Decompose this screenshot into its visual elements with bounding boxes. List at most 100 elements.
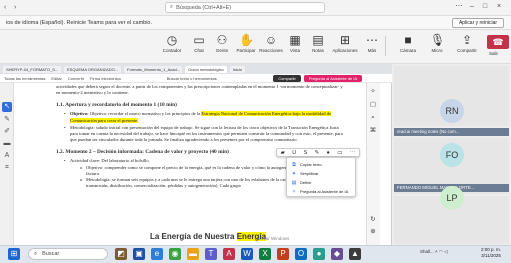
comment-icon[interactable]: ▢ (369, 101, 377, 109)
edge-icon[interactable]: e (151, 248, 163, 260)
refresh-icon[interactable]: ↻ (369, 216, 377, 224)
clock-icon: ◷ (166, 33, 178, 47)
comment-tool-icon[interactable]: ✎ (3, 116, 11, 124)
menu-item-simplify[interactable]: ✦ Simplificar (287, 169, 355, 178)
menu-item-ask-ai[interactable]: ✧ Pregunta al Asistente de IA (287, 187, 355, 196)
browser-tab[interactable]: ESQUEMA ORGANIZADO... (64, 65, 122, 73)
chrome-icon[interactable]: ◉ (169, 248, 181, 260)
mic-icon: 🎙 (430, 33, 446, 47)
search-input[interactable]: ⌕ Búsqueda (Ctrl+Alt+E) (165, 2, 325, 13)
notes-icon: ▤ (312, 33, 324, 47)
zoom-icon[interactable]: ⊕ (369, 228, 377, 236)
search-doc-icon[interactable]: ⌕ (369, 114, 377, 122)
close-icon[interactable]: × (495, 3, 503, 11)
leave-button[interactable]: ☎ (487, 35, 509, 49)
toolbar-divider (385, 36, 386, 56)
powerpoint-icon[interactable]: P (277, 248, 289, 260)
apply-restart-button[interactable]: Aplicar y reiniciar (452, 18, 504, 28)
browser-tab-active[interactable]: Guion metodológico (185, 65, 227, 73)
draw-tool-icon[interactable]: ✐ (3, 128, 11, 136)
menu-item-copy[interactable]: ⧉ Copiar texto (287, 160, 355, 169)
search-icon: ⌕ (170, 4, 174, 10)
apps-button[interactable]: ⊞ Aplicaciones (330, 33, 360, 53)
task-view-icon[interactable]: ▣ (133, 248, 145, 260)
taskbar-search[interactable]: ⌕ Buscar (28, 248, 108, 260)
browser-tab[interactable]: Formato_Momento_1_Acad... (124, 65, 183, 73)
browser-tab-strip: SHERYP-04_FORMATO_S... ESQUEMA ORGANIZAD… (0, 64, 392, 74)
phone-icon: ☎ (492, 37, 504, 47)
banner-message: ios de idioma (Español). Reinicie Teams … (6, 19, 153, 26)
back-arrow-icon[interactable]: ‹ (4, 4, 6, 11)
acrobat-icon[interactable]: A (223, 248, 235, 260)
pen-icon[interactable]: ✎ (315, 150, 320, 156)
ai-icon[interactable]: ✧ (369, 88, 377, 96)
toolbar-item[interactable]: Firma electrónica (90, 76, 121, 81)
minimize-icon[interactable]: – (468, 3, 476, 11)
word-icon[interactable]: W (241, 248, 253, 260)
select-tool-icon[interactable]: ⌗ (3, 164, 11, 172)
avatar: LP (440, 186, 464, 210)
maximize-icon[interactable]: □ (481, 3, 489, 11)
camera-icon: ■ (404, 33, 412, 47)
toolbar-item[interactable]: Convertir (68, 76, 84, 81)
cursor-tool-icon[interactable]: ↖ (2, 102, 12, 112)
intro-paragraph: actividades que deberá seguir el docente… (56, 84, 343, 96)
timer-button[interactable]: ◷ Contador (157, 33, 187, 53)
highlight-icon[interactable]: ▰ (281, 150, 285, 156)
search-icon: ⌕ (34, 250, 38, 257)
find-tools-input[interactable]: Buscar texto o herramientas (167, 76, 217, 81)
plus-icon: ⊞ (339, 33, 351, 47)
more-icon[interactable]: ⋯ (350, 150, 356, 156)
page-footer-title: La Energía de Nuestra Energía (150, 232, 267, 241)
avatar: RN (440, 99, 464, 123)
ai-assistant-button[interactable]: Pregunta al Asistente de IA (304, 75, 362, 82)
comment-icon[interactable]: ▭ (337, 150, 342, 156)
app-icon[interactable]: ▲ (349, 248, 361, 260)
ai-icon: ✧ (291, 188, 297, 195)
forward-arrow-icon[interactable]: › (14, 4, 16, 11)
widgets-icon[interactable]: ◩ (115, 248, 127, 260)
strikethrough-icon[interactable]: S (304, 150, 308, 156)
share-button[interactable]: ⇪ Compartir (452, 33, 482, 53)
outlook-icon[interactable]: O (295, 248, 307, 260)
taskbar-clock[interactable]: 2:00 p. m. 3/11/2025 (478, 247, 504, 259)
teams-icon[interactable]: T (205, 248, 217, 260)
copy-icon: ⧉ (292, 161, 296, 168)
hand-icon: ✋ (239, 33, 254, 47)
menu-item-label: Copiar texto (300, 162, 322, 167)
underline-icon[interactable]: U (292, 150, 296, 156)
browser-tab[interactable]: Inicio (229, 65, 246, 73)
file-explorer-icon[interactable]: ▬ (187, 248, 199, 260)
context-menu: ⧉ Copiar texto ✦ Simplificar ▤ Definir ✧ Pre… (286, 157, 356, 197)
volume-icon[interactable]: ◁ (444, 249, 447, 254)
bookmark-icon[interactable]: ⌘ (369, 127, 377, 135)
menu-item-define[interactable]: ▤ Definir (287, 178, 355, 187)
wifi-icon[interactable]: ◠ (439, 249, 443, 254)
selection-toolbar: ▰ U S ✎ ● ▭ ⋯ (276, 148, 360, 157)
app-icon[interactable]: ● (313, 248, 325, 260)
text-tool-icon[interactable]: A (3, 152, 11, 160)
system-tray[interactable]: Shall... ˄ ◠ ◁ (420, 249, 448, 255)
leave-label: Salir (489, 51, 499, 56)
participant-name: read.ai meeting notes (No com... (394, 128, 509, 136)
notes-button[interactable]: ▤ Notas (303, 33, 333, 53)
language-banner: ios de idioma (Español). Reinicie Teams … (0, 16, 511, 30)
more-options-icon[interactable]: ⋯ (455, 3, 463, 11)
activate-windows-watermark: Activar Windows (256, 236, 290, 241)
browser-tab[interactable]: SHERYP-04_FORMATO_S... (3, 65, 61, 73)
objective-bullet: Objetivo: Objetivo: recordar el marco no… (56, 111, 344, 123)
windows-start-icon[interactable]: ⊞ (8, 248, 20, 260)
mic-button[interactable]: 🎙 Micro (422, 33, 452, 53)
excel-icon[interactable]: X (259, 248, 271, 260)
menu-item-label: Pregunta al Asistente de IA (300, 189, 349, 194)
color-icon[interactable]: ● (327, 150, 330, 156)
camera-button[interactable]: ■ Cámara (393, 33, 423, 53)
toolbar-item[interactable]: Todas las herramientas (4, 76, 45, 81)
smile-icon: ☺ (264, 33, 278, 47)
highlight-tool-icon[interactable]: ▬ (3, 140, 11, 148)
share-doc-button[interactable]: Compartir (273, 75, 301, 82)
app-icon[interactable]: ◆ (331, 248, 343, 260)
grid-icon: ▦ (289, 33, 301, 47)
more-button[interactable]: ⋯ Más (357, 33, 387, 53)
toolbar-item[interactable]: Editar (51, 76, 61, 81)
